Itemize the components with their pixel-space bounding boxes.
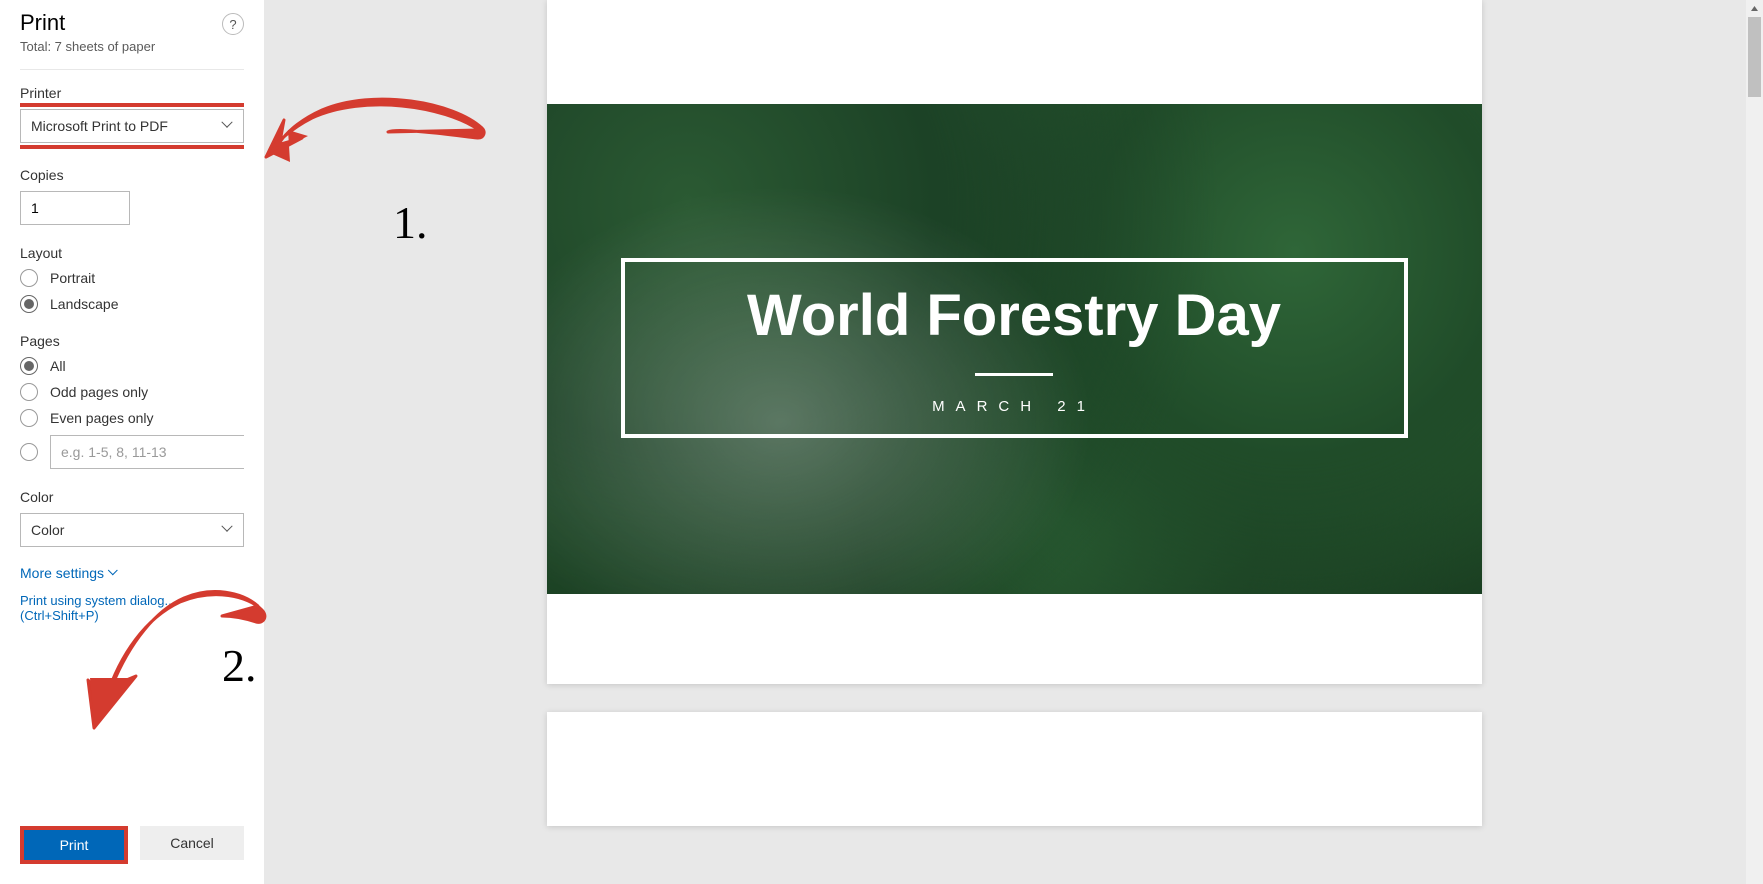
annotation-highlight-1: Microsoft Print to PDF xyxy=(20,103,244,149)
preview-hero-image: World Forestry Day MARCH 21 xyxy=(547,104,1482,594)
chevron-down-icon xyxy=(223,121,233,131)
layout-landscape-option[interactable]: Landscape xyxy=(20,295,244,313)
radio-icon xyxy=(20,357,38,375)
cancel-button[interactable]: Cancel xyxy=(140,826,244,860)
layout-label: Layout xyxy=(20,245,244,261)
pages-custom-option[interactable] xyxy=(20,435,244,469)
system-dialog-link[interactable]: Print using system dialog... (Ctrl+Shift… xyxy=(20,593,244,623)
layout-portrait-option[interactable]: Portrait xyxy=(20,269,244,287)
pages-even-label: Even pages only xyxy=(50,410,154,426)
vertical-scrollbar[interactable] xyxy=(1746,0,1763,884)
pages-all-label: All xyxy=(50,358,66,374)
pages-odd-option[interactable]: Odd pages only xyxy=(20,383,244,401)
printer-selected-value: Microsoft Print to PDF xyxy=(31,118,168,134)
preview-page-1: World Forestry Day MARCH 21 xyxy=(547,0,1482,684)
preview-hero-divider xyxy=(975,373,1053,376)
layout-landscape-label: Landscape xyxy=(50,296,119,312)
pages-odd-label: Odd pages only xyxy=(50,384,148,400)
scrollbar-thumb[interactable] xyxy=(1748,17,1761,97)
chevron-down-icon xyxy=(223,525,233,535)
pages-label: Pages xyxy=(20,333,244,349)
radio-icon xyxy=(20,269,38,287)
copies-input[interactable] xyxy=(20,191,130,225)
more-settings-link[interactable]: More settings xyxy=(20,565,118,581)
annotation-highlight-2: Print xyxy=(20,826,128,864)
print-sidebar: Print Total: 7 sheets of paper ? Printer… xyxy=(0,0,265,884)
radio-icon xyxy=(20,443,38,461)
pages-all-option[interactable]: All xyxy=(20,357,244,375)
radio-icon xyxy=(20,383,38,401)
preview-hero-date: MARCH 21 xyxy=(932,398,1096,415)
dialog-title: Print xyxy=(20,10,155,36)
print-preview-area[interactable]: World Forestry Day MARCH 21 xyxy=(265,0,1763,884)
layout-portrait-label: Portrait xyxy=(50,270,95,286)
printer-label: Printer xyxy=(20,85,244,101)
preview-hero-title: World Forestry Day xyxy=(747,282,1281,349)
color-select[interactable]: Color xyxy=(20,513,244,547)
radio-icon xyxy=(20,295,38,313)
pages-custom-input[interactable] xyxy=(50,435,244,469)
copies-label: Copies xyxy=(20,167,244,183)
more-settings-label: More settings xyxy=(20,565,104,581)
scroll-up-icon[interactable] xyxy=(1746,0,1763,17)
color-selected-value: Color xyxy=(31,522,64,538)
sheet-count: Total: 7 sheets of paper xyxy=(20,39,155,54)
chevron-down-icon xyxy=(110,569,118,577)
divider xyxy=(20,69,244,70)
radio-icon xyxy=(20,409,38,427)
preview-page-2 xyxy=(547,712,1482,826)
preview-hero-box: World Forestry Day MARCH 21 xyxy=(621,258,1408,438)
color-label: Color xyxy=(20,489,244,505)
print-button[interactable]: Print xyxy=(24,830,124,860)
pages-even-option[interactable]: Even pages only xyxy=(20,409,244,427)
printer-select[interactable]: Microsoft Print to PDF xyxy=(20,109,244,143)
help-icon[interactable]: ? xyxy=(222,13,244,35)
